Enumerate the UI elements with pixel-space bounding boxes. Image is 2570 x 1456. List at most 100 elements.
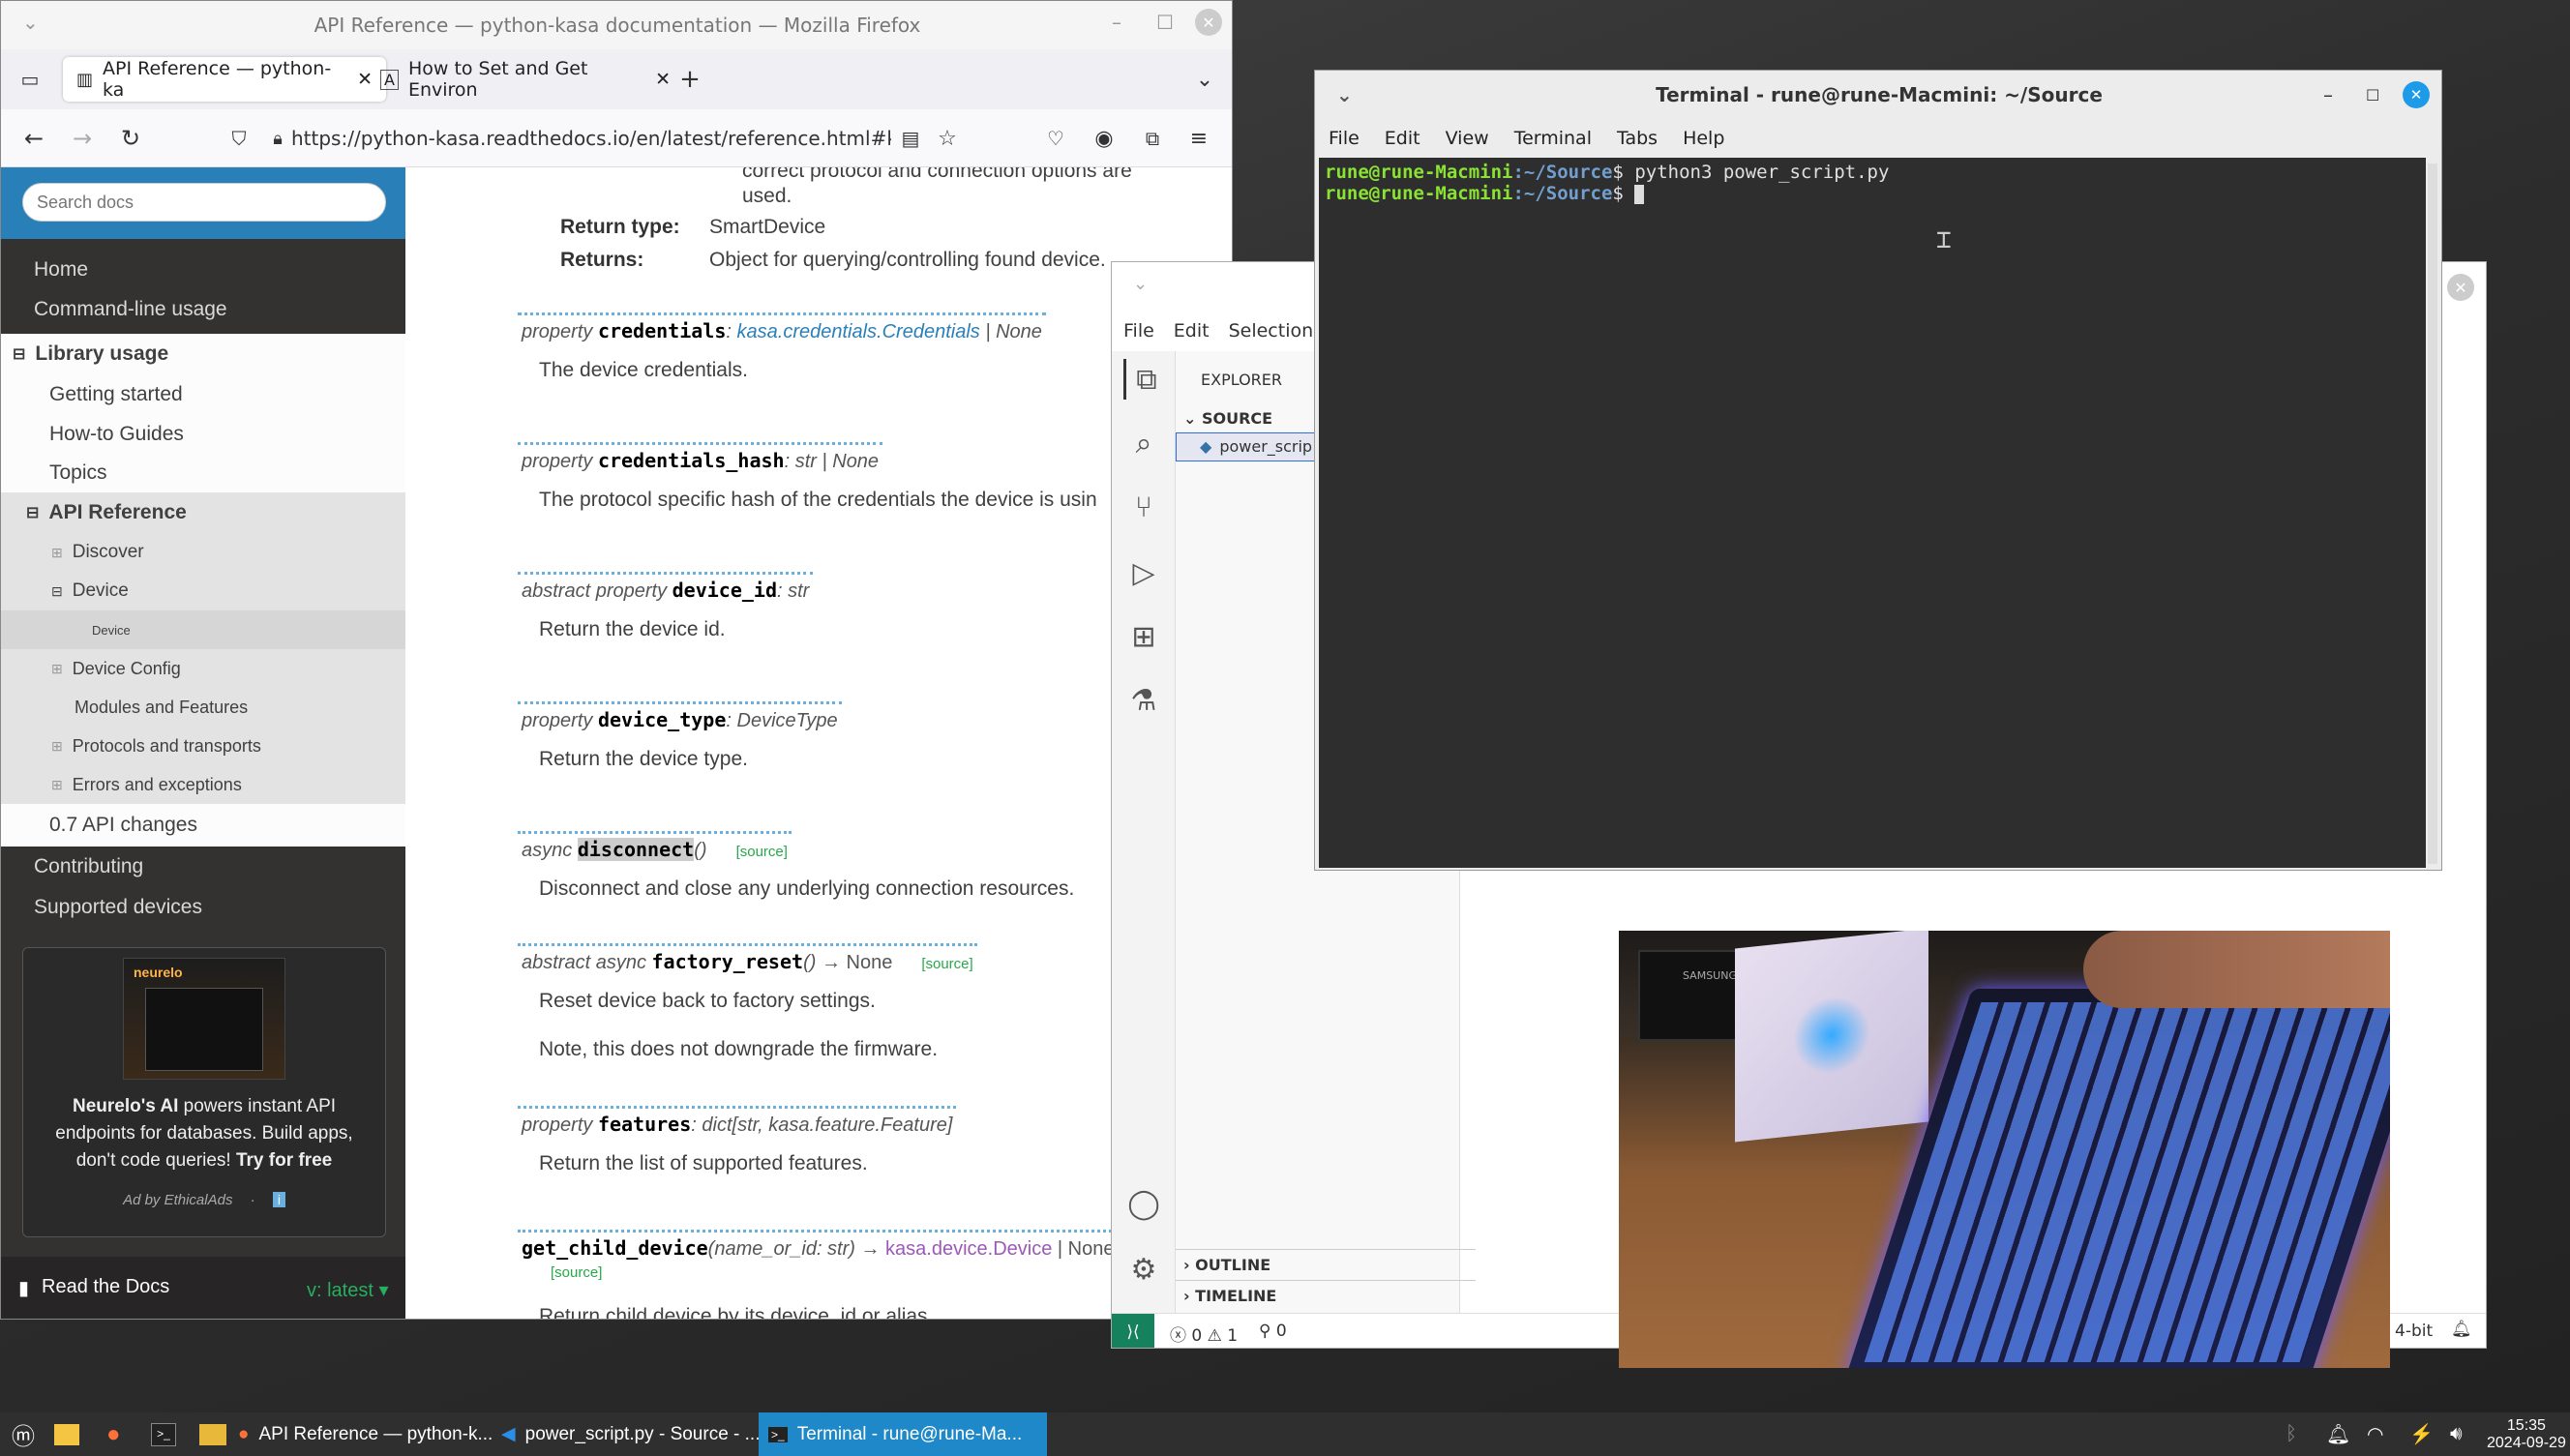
source-control-icon[interactable]: ⑂ <box>1123 487 1164 527</box>
volume-icon[interactable]: 🔊︎ <box>2440 1412 2472 1456</box>
sidebar-item-modules-features[interactable]: Modules and Features <box>1 688 405 727</box>
sidebar-item-errors[interactable]: ⊞ Errors and exceptions <box>1 765 405 804</box>
sidebar-item-api-reference[interactable]: ⊟ API Reference <box>1 492 405 533</box>
show-desktop-icon[interactable] <box>45 1412 89 1456</box>
sidebar-item-discover[interactable]: ⊞ Discover <box>1 533 405 572</box>
menu-view[interactable]: View <box>1446 128 1489 149</box>
reader-view-icon[interactable]: ▤ <box>893 121 928 156</box>
minimize-icon[interactable]: – <box>2323 83 2333 106</box>
terminal-output[interactable]: rune@rune-Macmini:~/Source$ python3 powe… <box>1319 158 2426 868</box>
explorer-icon[interactable]: ⧉ <box>1123 359 1167 400</box>
settings-gear-icon[interactable]: ⚙ <box>1123 1249 1164 1290</box>
notifications-bell-icon[interactable]: 🔔︎ <box>2451 1320 2472 1339</box>
sig-type-link[interactable]: kasa.credentials.Credentials <box>737 321 980 342</box>
testing-icon[interactable]: ⚗ <box>1123 680 1164 721</box>
remote-icon[interactable]: ⟩⟨ <box>1112 1314 1154 1348</box>
lock-icon[interactable]: 🔒︎ <box>260 121 295 156</box>
sidebar-item-device-config[interactable]: ⊞ Device Config <box>1 649 405 688</box>
taskbar-item-firefox[interactable]: ● API Reference — python-k... <box>228 1412 502 1456</box>
window-menu-icon[interactable]: ⌄ <box>22 11 39 34</box>
run-debug-icon[interactable]: ▷ <box>1123 552 1164 593</box>
sidebar-item-library-usage[interactable]: ⊟ Library usage <box>1 334 405 374</box>
problems-indicator[interactable]: ⓧ 0 ⚠ 1 <box>1170 1322 1238 1346</box>
close-icon[interactable]: ✕ <box>2447 274 2474 301</box>
pocket-icon[interactable]: ♡ <box>1038 121 1073 156</box>
timeline-section[interactable]: › TIMELINE <box>1176 1280 1476 1311</box>
sidebar-item-protocols[interactable]: ⊞ Protocols and transports <box>1 727 405 765</box>
ad-cta-link[interactable]: Try for free <box>236 1150 332 1171</box>
clock[interactable]: 15:35 2024-09-29 <box>2477 1412 2570 1456</box>
menu-terminal[interactable]: Terminal <box>1514 128 1592 149</box>
bluetooth-icon[interactable]: ᛒ <box>2276 1412 2307 1456</box>
ad-attribution[interactable]: Ad by EthicalAds <box>123 1192 232 1208</box>
maximize-icon[interactable]: ☐ <box>2366 86 2379 104</box>
tab-list-chevron-icon[interactable]: ⌄ <box>1187 62 1222 97</box>
menu-file[interactable]: File <box>1329 128 1360 149</box>
sidebar-item-cli[interactable]: Command-line usage <box>1 289 405 330</box>
api-entry-signature[interactable]: abstract async factory_reset() → None [so… <box>518 943 977 978</box>
api-entry-signature[interactable]: async disconnect() [source] <box>518 831 792 866</box>
menu-icon[interactable]: ≡ <box>1181 121 1216 156</box>
terminal-launcher-icon[interactable]: >_ <box>141 1412 186 1456</box>
bookmark-star-icon[interactable]: ☆ <box>930 121 965 156</box>
power-icon[interactable]: ⚡ <box>2400 1412 2443 1456</box>
terminal-titlebar[interactable]: ⌄ Terminal - rune@rune-Macmini: ~/Source… <box>1315 71 2441 119</box>
tab-api-reference[interactable]: ▥ API Reference — python-ka ✕ <box>63 57 386 102</box>
api-entry-signature[interactable]: abstract property device_id: str <box>518 572 814 607</box>
extensions-icon[interactable]: ⊞ <box>1123 616 1164 657</box>
menu-selection[interactable]: Selection <box>1229 320 1314 342</box>
expand-icon[interactable]: ⊞ <box>51 661 63 677</box>
search-icon[interactable]: ⌕ <box>1123 423 1164 463</box>
api-entry-signature[interactable]: property credentials: kasa.credentials.C… <box>518 312 1046 347</box>
menu-edit[interactable]: Edit <box>1385 128 1420 149</box>
shield-icon[interactable]: ⛉ <box>222 121 256 156</box>
expand-icon[interactable]: ⊞ <box>51 738 63 755</box>
source-link[interactable]: [source] <box>551 1264 602 1281</box>
source-link[interactable]: [source] <box>921 956 972 972</box>
tab-env-vars[interactable]: A How to Set and Get Environ ✕ <box>367 57 684 102</box>
sidebar-item-howto[interactable]: How-to Guides <box>1 415 405 454</box>
reload-icon[interactable]: ↻ <box>113 121 148 156</box>
collapse-icon[interactable]: ⊟ <box>26 503 39 522</box>
wifi-icon[interactable]: ◠ <box>2357 1412 2393 1456</box>
sidebar-item-contributing[interactable]: Contributing <box>1 847 405 887</box>
maximize-icon[interactable]: ☐ <box>1156 11 1174 34</box>
new-tab-icon[interactable]: + <box>672 62 707 97</box>
extensions-icon[interactable]: ⧉ <box>1135 121 1170 156</box>
expand-icon[interactable]: ⊞ <box>51 777 63 793</box>
menu-tabs[interactable]: Tabs <box>1617 128 1658 149</box>
sidebar-item-api-changes[interactable]: 0.7 API changes <box>1 804 405 847</box>
expand-icon[interactable]: ⊞ <box>51 545 63 561</box>
firefox-view-icon[interactable]: ▭ <box>13 62 47 97</box>
sig-type-link[interactable]: kasa.device.Device <box>885 1238 1052 1260</box>
api-entry-signature[interactable]: property features: dict[str, kasa.featur… <box>518 1106 957 1141</box>
sidebar-item-topics[interactable]: Topics <box>1 454 405 492</box>
window-menu-icon[interactable]: ⌄ <box>1133 274 1148 294</box>
source-link[interactable]: [source] <box>736 844 788 860</box>
sidebar-item-device[interactable]: ⊟ Device <box>1 572 405 610</box>
sidebar-item-device-class[interactable]: Device <box>1 610 405 649</box>
ethical-ad[interactable]: neurelo Neurelo's AI powers instant API … <box>22 947 386 1237</box>
url-bar[interactable]: https://python-kasa.readthedocs.io/en/la… <box>291 119 891 158</box>
notifications-bell-icon[interactable]: 🔔︎ <box>2316 1412 2360 1456</box>
firefox-titlebar[interactable]: ⌄ API Reference — python-kasa documentat… <box>1 1 1232 49</box>
account-icon[interactable]: ◯ <box>1123 1183 1164 1224</box>
search-docs-input[interactable] <box>22 183 386 222</box>
api-entry-signature[interactable]: get_child_device(name_or_id: str) → kasa… <box>518 1230 1119 1287</box>
tab-close-icon[interactable]: ✕ <box>655 69 671 90</box>
info-icon[interactable]: i <box>272 1192 285 1207</box>
outline-section[interactable]: › OUTLINE <box>1176 1249 1476 1280</box>
start-menu-icon[interactable]: ⓜ <box>2 1412 45 1456</box>
forward-icon[interactable]: → <box>65 121 100 156</box>
minimize-icon[interactable]: – <box>1112 11 1121 34</box>
status-encoding[interactable]: 4-bit <box>2395 1322 2433 1341</box>
firefox-launcher-icon[interactable]: ● <box>97 1412 131 1456</box>
back-icon[interactable]: ← <box>16 121 51 156</box>
rtd-version[interactable]: v: latest ▾ <box>307 1278 389 1302</box>
terminal-scrollbar[interactable] <box>2428 163 2437 864</box>
taskbar-item-vscode[interactable]: ◀ power_script.py - Source - ... <box>492 1412 770 1456</box>
api-entry-signature[interactable]: property credentials_hash: str | None <box>518 442 883 477</box>
source-folder-header[interactable]: ⌄ SOURCE <box>1183 409 1272 428</box>
sidebar-item-home[interactable]: Home <box>1 251 405 289</box>
rtd-version-bar[interactable]: ▮ Read the Docs v: latest ▾ <box>1 1257 405 1319</box>
